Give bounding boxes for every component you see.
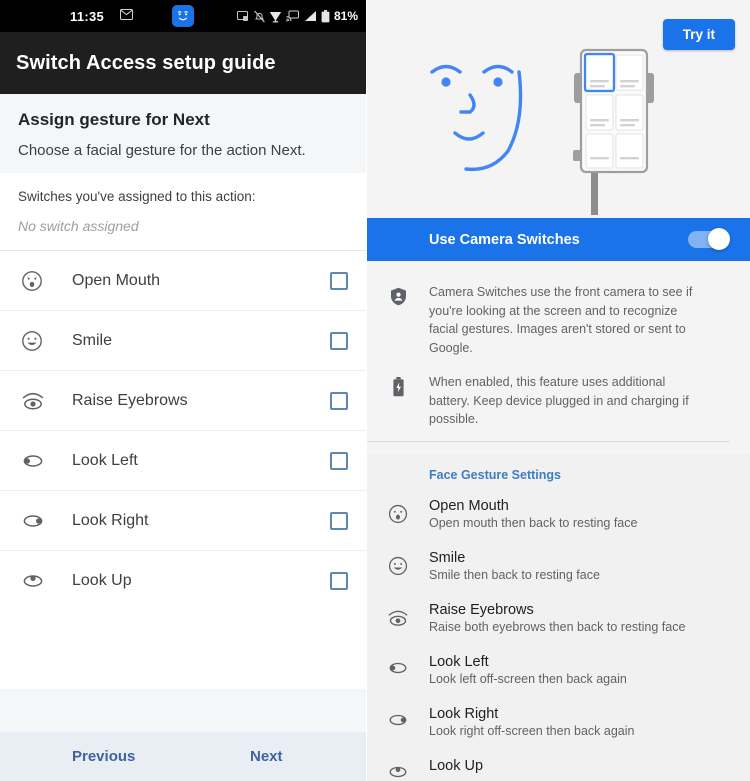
setting-title: Look Up (429, 757, 484, 774)
gesture-checkbox[interactable] (330, 391, 348, 410)
list-bottom-space (0, 611, 366, 689)
battery-icon (367, 373, 429, 429)
setting-row-smile[interactable]: Smile Smile then back to resting face (367, 540, 750, 592)
intro-section: Assign gesture for Next Choose a facial … (0, 94, 366, 173)
look-up-icon (367, 758, 429, 781)
wizard-navigation-bar: Previous Next (0, 732, 366, 781)
gesture-checkbox[interactable] (330, 572, 348, 590)
gesture-row-look-up[interactable]: Look Up (0, 551, 366, 611)
intro-subtitle: Choose a facial gesture for the action N… (18, 142, 306, 159)
raise-eyebrows-icon (20, 389, 54, 413)
look-left-icon (367, 654, 429, 677)
look-right-icon (20, 511, 54, 531)
gesture-label: Open Mouth (72, 271, 161, 289)
app-bar: Switch Access setup guide (0, 32, 366, 94)
hero-illustration-area: Try it (367, 0, 750, 218)
screenshot-icon (236, 10, 250, 22)
vpn-icon (269, 10, 282, 23)
status-bar-icons: 81% (236, 9, 358, 23)
gesture-checkbox[interactable] (330, 451, 348, 470)
page-title: Switch Access setup guide (16, 51, 276, 74)
gesture-checkbox[interactable] (330, 511, 348, 530)
setting-title: Smile (429, 549, 466, 566)
gesture-row-look-left[interactable]: Look Left (0, 431, 366, 491)
smile-icon (367, 550, 429, 577)
screenshot-root: 11:35 81% Switch Access setup guide Assi… (0, 0, 750, 781)
setting-title: Look Left (429, 653, 489, 670)
left-phone-screen: 11:35 81% Switch Access setup guide Assi… (0, 0, 367, 781)
open-mouth-icon (367, 498, 429, 525)
use-camera-switches-label: Use Camera Switches (429, 231, 580, 248)
face-app-icon (172, 5, 194, 27)
setting-body: Raise Eyebrows Raise both eyebrows then … (429, 602, 730, 634)
setting-row-look-right[interactable]: Look Right Look right off-screen then ba… (367, 696, 750, 748)
previous-button[interactable]: Previous (72, 748, 135, 765)
info-block: Camera Switches use the front camera to … (367, 261, 750, 454)
gesture-label: Raise Eyebrows (72, 391, 188, 409)
gesture-row-look-right[interactable]: Look Right (0, 491, 366, 551)
smile-icon (20, 329, 54, 353)
privacy-shield-icon (367, 283, 429, 357)
gesture-label: Look Left (72, 451, 138, 469)
battery-percent: 81% (333, 9, 358, 23)
face-gesture-settings-heading: Face Gesture Settings (429, 467, 561, 482)
setting-body: Look Left Look left off-screen then back… (429, 654, 730, 686)
privacy-info-text: Camera Switches use the front camera to … (429, 285, 693, 355)
section-divider (367, 440, 730, 442)
gesture-list: Open Mouth Smile Raise Eyebrows Look Lef… (0, 251, 366, 611)
assigned-switches-value: No switch assigned (18, 218, 139, 234)
setting-row-look-left[interactable]: Look Left Look left off-screen then back… (367, 644, 750, 696)
toggle-knob (708, 228, 730, 250)
setting-description: Open mouth then back to resting face (429, 515, 638, 530)
info-row-battery: When enabled, this feature uses addition… (367, 365, 730, 437)
setting-description: Look right off-screen then back again (429, 723, 635, 738)
look-right-icon (367, 706, 429, 729)
setting-row-open-mouth[interactable]: Open Mouth Open mouth then back to resti… (367, 488, 750, 540)
use-camera-switches-switch[interactable] (688, 228, 730, 250)
setting-body: Smile Smile then back to resting face (429, 550, 730, 582)
setting-body: Look Right Look right off-screen then ba… (429, 706, 730, 738)
gesture-checkbox[interactable] (330, 331, 348, 350)
battery-icon (321, 9, 330, 23)
setting-body: Look Up (429, 758, 730, 776)
phone-on-stand-illustration (559, 48, 669, 225)
next-button[interactable]: Next (250, 748, 283, 765)
info-row-privacy: Camera Switches use the front camera to … (367, 275, 730, 365)
open-mouth-icon (20, 269, 54, 293)
assigned-switches-card: Switches you've assigned to this action:… (0, 173, 366, 251)
gesture-checkbox[interactable] (330, 271, 348, 290)
setting-title: Open Mouth (429, 497, 509, 514)
setting-title: Raise Eyebrows (429, 601, 534, 618)
look-up-icon (20, 571, 54, 591)
gesture-label: Look Up (72, 572, 132, 589)
setting-description: Smile then back to resting face (429, 567, 600, 582)
look-left-icon (20, 451, 54, 471)
setting-description: Look left off-screen then back again (429, 671, 627, 686)
battery-info-text: When enabled, this feature uses addition… (429, 375, 689, 426)
setting-body: Open Mouth Open mouth then back to resti… (429, 498, 730, 530)
raise-eyebrows-icon (367, 602, 429, 629)
gesture-row-open-mouth[interactable]: Open Mouth (0, 251, 366, 311)
status-bar: 11:35 81% (0, 0, 366, 32)
try-it-button[interactable]: Try it (662, 19, 735, 50)
setting-title: Look Right (429, 705, 499, 722)
setting-row-raise-eyebrows[interactable]: Raise Eyebrows Raise both eyebrows then … (367, 592, 750, 644)
gesture-row-raise-eyebrows[interactable]: Raise Eyebrows (0, 371, 366, 431)
notifications-off-icon (254, 10, 265, 23)
intro-title: Assign gesture for Next (18, 110, 210, 129)
face-gesture-settings-section: Face Gesture Settings Open Mouth Open mo… (367, 453, 750, 781)
status-bar-time: 11:35 (70, 8, 105, 24)
gesture-label: Smile (72, 331, 113, 349)
mail-icon (120, 9, 133, 23)
setting-description: Raise both eyebrows then back to resting… (429, 619, 686, 634)
signal-icon (303, 10, 317, 22)
gesture-label: Look Right (72, 511, 149, 529)
right-phone-screen: Try it Use Camera Switches Camera Switch… (367, 0, 750, 781)
cast-icon (286, 10, 299, 22)
gesture-row-smile[interactable]: Smile (0, 311, 366, 371)
setting-row-look-up[interactable]: Look Up (367, 748, 750, 781)
face-illustration (422, 50, 542, 185)
assigned-switches-label: Switches you've assigned to this action: (18, 189, 256, 204)
